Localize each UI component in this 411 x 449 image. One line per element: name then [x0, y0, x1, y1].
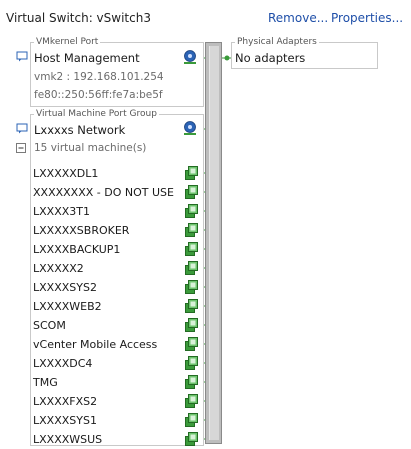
vm-icon [185, 413, 198, 427]
vm-icon [185, 261, 198, 275]
physical-adapters-box[interactable]: Physical Adapters No adapters [231, 36, 378, 69]
vm-item-label[interactable]: TMG [33, 376, 58, 389]
vmkernel-ipv4: vmk2 : 192.168.101.254 [34, 71, 164, 83]
physical-group-label: Physical Adapters [235, 36, 319, 48]
vmkernel-name: Host Management [34, 51, 140, 65]
vswitch-bar-inner [209, 46, 219, 440]
vm-item-label[interactable]: LXXXXDC4 [33, 357, 92, 370]
vm-item-label[interactable]: LXXXXSYS2 [33, 281, 97, 294]
vm-icon [185, 280, 198, 294]
vmkernel-nic-icon [184, 50, 196, 64]
vm-item-label[interactable]: LXXXX3T1 [33, 205, 90, 218]
vm-item-label[interactable]: SCOM [33, 319, 66, 332]
physical-adapters-value: No adapters [235, 51, 306, 65]
vm-icon [185, 337, 198, 351]
vm-icon [185, 318, 198, 332]
vmkernel-port-box[interactable]: VMkernel Port Host Management vmk2 : 192… [30, 36, 204, 107]
vm-icon [185, 166, 198, 180]
vm-port-group-label: Virtual Machine Port Group [34, 108, 159, 120]
vm-item-label[interactable]: XXXXXXXX - DO NOT USE [33, 186, 174, 199]
vm-item-label[interactable]: LXXXXSYS1 [33, 414, 97, 427]
vm-port-group-nic-icon [184, 121, 196, 135]
vmkernel-group-label: VMkernel Port [34, 36, 101, 48]
vm-count-label: 15 virtual machine(s) [34, 142, 147, 154]
vm-port-group-name: Lxxxxs Network [34, 123, 126, 137]
vm-icon [185, 432, 198, 446]
vm-item-label[interactable]: LXXXXX2 [33, 262, 84, 275]
vm-icon [185, 242, 198, 256]
vm-item-label[interactable]: LXXXXXSBROKER [33, 224, 129, 237]
collapse-toggle-icon[interactable] [16, 143, 26, 153]
vm-icon [185, 204, 198, 218]
vm-item-label[interactable]: LXXXXWSUS [33, 433, 102, 446]
vm-port-group-info-icon[interactable] [16, 123, 28, 134]
vm-icon [185, 394, 198, 408]
vm-item-label[interactable]: LXXXXXDL1 [33, 167, 98, 180]
vm-item-label[interactable]: LXXXXWEB2 [33, 300, 102, 313]
vm-icon [185, 356, 198, 370]
vm-icon [185, 375, 198, 389]
vswitch-bar [205, 42, 222, 444]
vm-item-label[interactable]: LXXXXBACKUP1 [33, 243, 120, 256]
vm-icon [185, 223, 198, 237]
vm-icon [185, 185, 198, 199]
uplink-dot-outer [224, 55, 230, 61]
vm-item-label[interactable]: vCenter Mobile Access [33, 338, 157, 351]
vm-item-label[interactable]: LXXXXFXS2 [33, 395, 97, 408]
vmkernel-info-icon[interactable] [16, 51, 28, 62]
vm-icon [185, 299, 198, 313]
vmkernel-ipv6: fe80::250:56ff:fe7a:be5f [34, 89, 163, 101]
